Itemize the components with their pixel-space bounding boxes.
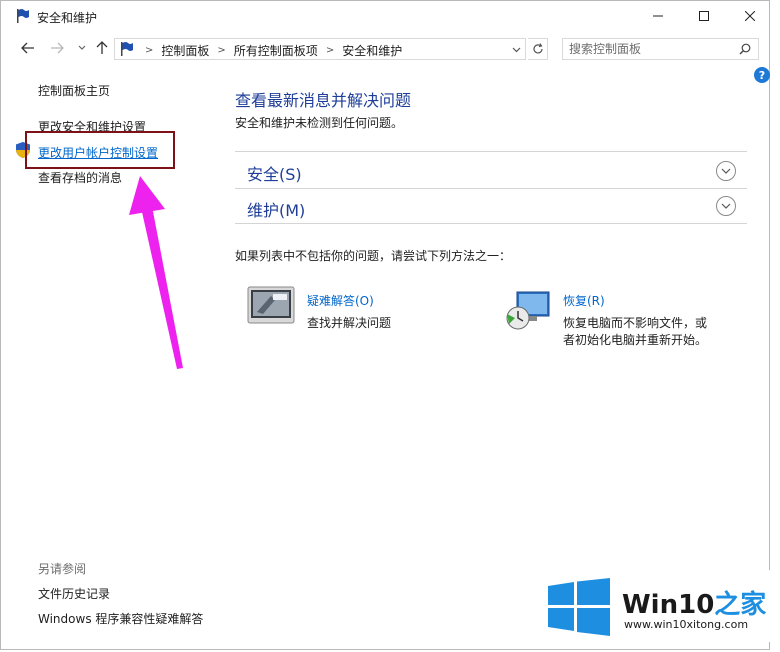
breadcrumb-item[interactable]: 所有控制面板项 — [234, 42, 318, 59]
watermark: Win10之家 www.win10xitong.com — [540, 570, 774, 642]
expand-security-button[interactable] — [716, 161, 736, 181]
file-history-link[interactable]: 文件历史记录 — [38, 585, 110, 602]
page-title: 查看最新消息并解决问题 — [235, 91, 412, 110]
status-message: 安全和维护未检测到任何问题。 — [235, 116, 404, 130]
address-bar[interactable]: > 控制面板 > 所有控制面板项 > 安全和维护 — [114, 38, 526, 60]
view-archived-messages-link[interactable]: 查看存档的消息 — [38, 169, 122, 186]
annotation-highlight-box — [25, 131, 175, 169]
control-panel-home-link[interactable]: 控制面板主页 — [38, 82, 110, 99]
suggestion-text: 如果列表中不包括你的问题，请尝试下列方法之一： — [235, 249, 512, 263]
title-bar: 安全和维护 — [1, 1, 769, 33]
flag-icon — [121, 42, 133, 56]
maintenance-section-toggle[interactable]: 维护(M) — [247, 197, 305, 221]
divider — [235, 223, 747, 224]
recovery-icon — [506, 291, 550, 330]
window: 安全和维护 > 控制面板 > 所有控制面板项 > 安全和维护 搜索控制面板 ? … — [0, 0, 770, 650]
windows-logo-icon — [548, 578, 610, 636]
expand-maintenance-button[interactable] — [716, 196, 736, 216]
see-also-heading: 另请参阅 — [38, 562, 87, 576]
recovery-description-line1: 恢复电脑而不影响文件，或 — [563, 316, 708, 330]
breadcrumb-item[interactable]: 控制面板 — [161, 42, 209, 59]
back-button[interactable] — [19, 39, 37, 57]
search-icon[interactable] — [739, 43, 751, 55]
minimize-icon — [653, 15, 663, 17]
watermark-brand-suffix: 之家 — [714, 590, 767, 620]
security-section-toggle[interactable]: 安全(S) — [247, 161, 302, 185]
troubleshooting-link[interactable]: 疑难解答(O) — [307, 292, 374, 309]
close-icon — [745, 11, 755, 21]
chevron-down-icon — [721, 168, 731, 174]
divider — [235, 151, 747, 152]
window-title: 安全和维护 — [37, 11, 98, 25]
recovery-link[interactable]: 恢复(R) — [563, 292, 605, 309]
divider — [235, 188, 747, 189]
watermark-url: www.win10xitong.com — [624, 618, 749, 631]
breadcrumb: > 控制面板 > 所有控制面板项 > 安全和维护 — [137, 42, 402, 59]
up-button[interactable] — [93, 39, 111, 57]
minimize-button[interactable] — [635, 1, 681, 31]
refresh-button[interactable] — [528, 38, 548, 60]
watermark-brand: Win10 — [622, 590, 715, 620]
breadcrumb-separator-icon: > — [217, 45, 226, 56]
recovery-description-line2: 者初始化电脑并重新开始。 — [563, 333, 708, 347]
troubleshooting-description: 查找并解决问题 — [307, 316, 392, 330]
search-input[interactable] — [569, 41, 729, 57]
help-button[interactable]: ? — [754, 67, 770, 83]
troubleshooting-icon — [247, 286, 295, 324]
annotation-arrow-icon — [129, 176, 183, 369]
refresh-icon — [532, 43, 543, 54]
maximize-button[interactable] — [681, 1, 727, 31]
breadcrumb-separator-icon: > — [145, 45, 154, 56]
chevron-down-icon[interactable] — [512, 47, 521, 53]
maximize-icon — [699, 11, 709, 21]
forward-button[interactable] — [48, 39, 66, 57]
chevron-down-icon — [78, 45, 86, 50]
arrow-right-icon — [51, 42, 64, 54]
arrow-up-icon — [96, 41, 108, 54]
chevron-down-icon — [721, 203, 731, 209]
navigation-bar: > 控制面板 > 所有控制面板项 > 安全和维护 — [1, 33, 769, 63]
arrow-left-icon — [21, 42, 34, 54]
compatibility-troubleshooter-link[interactable]: Windows 程序兼容性疑难解答 — [38, 610, 203, 627]
recent-locations-button[interactable] — [73, 39, 91, 57]
search-box[interactable] — [562, 38, 759, 60]
close-button[interactable] — [727, 1, 773, 31]
flag-icon — [17, 9, 29, 23]
breadcrumb-separator-icon: > — [325, 45, 335, 56]
breadcrumb-item[interactable]: 安全和维护 — [342, 42, 402, 59]
